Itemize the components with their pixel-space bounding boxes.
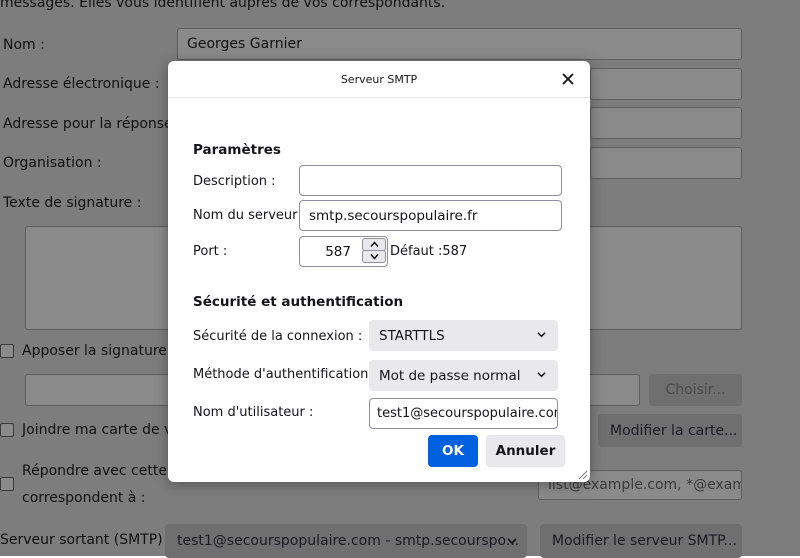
- port-decrement-button[interactable]: [362, 250, 386, 263]
- connection-security-value: STARTTLS: [379, 327, 445, 344]
- joindre-label: Joindre ma carte de vi: [22, 422, 177, 438]
- chevron-down-icon: [369, 254, 379, 260]
- close-button[interactable]: [556, 67, 580, 91]
- connection-security-select[interactable]: STARTTLS: [369, 320, 558, 351]
- modifier-carte-label: Modifier la carte...: [610, 422, 738, 439]
- username-input[interactable]: test1@secourspopulaire.com: [369, 398, 558, 429]
- chevron-down-icon: [537, 372, 546, 378]
- smtp-server-dialog: Serveur SMTP Paramètres Description : No…: [168, 61, 590, 482]
- dialog-title: Serveur SMTP: [340, 73, 418, 86]
- resize-grip-icon[interactable]: [576, 468, 588, 480]
- nom-label: Nom :: [3, 37, 45, 53]
- organisation-field[interactable]: [590, 147, 742, 179]
- port-spinner: [362, 238, 386, 263]
- auth-method-value: Mot de passe normal: [379, 367, 521, 384]
- close-icon: [562, 73, 574, 85]
- cancel-button[interactable]: Annuler: [486, 435, 565, 467]
- auth-method-label: Méthode d'authentification :: [193, 367, 377, 382]
- serveur-sortant-value: test1@secourspopulaire.com - smtp.secour…: [177, 533, 520, 549]
- intro-text: messages. Elles vous identifient auprès …: [0, 0, 446, 11]
- adresse-field[interactable]: [590, 68, 742, 100]
- nom-field[interactable]: Georges Garnier: [177, 28, 742, 60]
- choisir-button[interactable]: Choisir...: [649, 374, 742, 406]
- apposer-checkbox[interactable]: [0, 344, 14, 358]
- chevron-down-icon: [507, 538, 517, 545]
- adresse-label: Adresse électronique :: [3, 76, 160, 92]
- username-label: Nom d'utilisateur :: [193, 405, 314, 420]
- reponse-field[interactable]: [590, 107, 742, 139]
- description-input[interactable]: [299, 165, 562, 196]
- serveur-sortant-select[interactable]: test1@secourspopulaire.com - smtp.secour…: [165, 524, 527, 558]
- parametres-heading: Paramètres: [193, 142, 281, 158]
- apposer-label: Apposer la signature à: [22, 343, 180, 359]
- choisir-button-label: Choisir...: [665, 382, 726, 398]
- organisation-label: Organisation :: [3, 155, 102, 171]
- ok-button[interactable]: OK: [428, 435, 478, 467]
- chevron-up-icon: [369, 241, 379, 247]
- signature-label: Texte de signature :: [3, 195, 142, 211]
- reponse-label: Adresse pour la réponse :: [3, 116, 182, 132]
- port-label: Port :: [193, 244, 228, 259]
- joindre-checkbox[interactable]: [0, 423, 14, 437]
- repondre-checkbox[interactable]: [0, 477, 14, 491]
- security-heading: Sécurité et authentification: [193, 294, 404, 310]
- modifier-smtp-button[interactable]: Modifier le serveur SMTP...: [540, 524, 742, 558]
- server-name-label: Nom du serveur :: [193, 208, 307, 223]
- dialog-header: Serveur SMTP: [168, 61, 590, 98]
- chevron-down-icon: [537, 332, 546, 338]
- auth-method-select[interactable]: Mot de passe normal: [369, 360, 558, 391]
- modifier-smtp-label: Modifier le serveur SMTP...: [552, 533, 737, 549]
- nom-field-value: Georges Garnier: [187, 36, 302, 52]
- server-name-input[interactable]: smtp.secourspopulaire.fr: [299, 200, 562, 231]
- description-label: Description :: [193, 174, 276, 189]
- connection-security-label: Sécurité de la connexion :: [193, 329, 363, 344]
- port-default: Défaut :587: [390, 244, 468, 259]
- serveur-sortant-label: Serveur sortant (SMTP) :: [0, 532, 172, 548]
- repondre-label-line1: Répondre avec cette i: [22, 463, 176, 479]
- modifier-carte-button[interactable]: Modifier la carte...: [598, 414, 742, 447]
- repondre-label-line2: correspondent à :: [22, 490, 146, 506]
